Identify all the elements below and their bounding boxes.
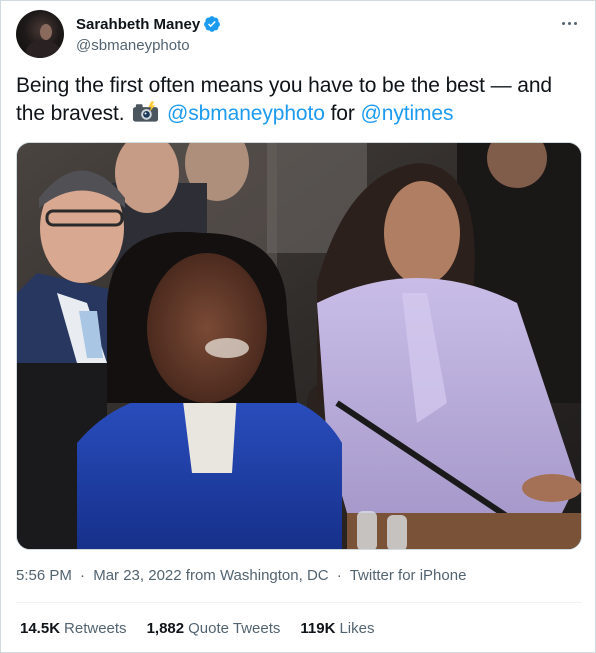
quote-tweets-label: Quote Tweets xyxy=(188,620,281,637)
tweet-text: Being the first often means you have to … xyxy=(16,72,582,128)
mention-outlet-link[interactable]: @nytimes xyxy=(361,102,454,125)
photo-image xyxy=(17,143,581,549)
tweet-date[interactable]: Mar 23, 2022 xyxy=(93,567,181,584)
more-icon[interactable] xyxy=(558,12,580,34)
retweets-stat[interactable]: 14.5K Retweets xyxy=(20,619,127,639)
tweet-source[interactable]: Twitter for iPhone xyxy=(350,567,467,584)
tweet-card: Sarahbeth Maney @sbmaneyphoto Being the … xyxy=(0,0,596,653)
tweet-text-for: for xyxy=(330,102,355,125)
tweet-meta: 5:56 PM · Mar 23, 2022 from Washington, … xyxy=(16,566,466,586)
tweet-time[interactable]: 5:56 PM xyxy=(16,567,72,584)
divider xyxy=(16,602,582,603)
likes-stat[interactable]: 119K Likes xyxy=(300,619,374,639)
author-display-name[interactable]: Sarahbeth Maney xyxy=(76,16,200,33)
verified-badge-icon xyxy=(204,16,221,32)
likes-label: Likes xyxy=(339,620,375,637)
tweet-header: Sarahbeth Maney @sbmaneyphoto xyxy=(16,10,582,58)
retweets-count: 14.5K xyxy=(20,620,61,637)
quote-tweets-count: 1,882 xyxy=(146,620,185,637)
avatar[interactable] xyxy=(16,10,64,58)
retweets-label: Retweets xyxy=(64,620,127,637)
meta-separator: · xyxy=(80,567,86,584)
author-info: Sarahbeth Maney @sbmaneyphoto xyxy=(76,14,221,56)
mention-author-link[interactable]: @sbmaneyphoto xyxy=(167,102,325,125)
meta-separator: · xyxy=(336,567,342,584)
tweet-stats: 14.5K Retweets 1,882 Quote Tweets 119K Like… xyxy=(20,619,394,639)
camera-with-flash-icon xyxy=(133,101,159,122)
tweet-photo[interactable] xyxy=(16,142,582,550)
author-handle[interactable]: @sbmaneyphoto xyxy=(76,36,221,56)
tweet-location[interactable]: from Washington, DC xyxy=(186,567,329,584)
likes-count: 119K xyxy=(300,620,336,637)
quote-tweets-stat[interactable]: 1,882 Quote Tweets xyxy=(147,619,281,639)
